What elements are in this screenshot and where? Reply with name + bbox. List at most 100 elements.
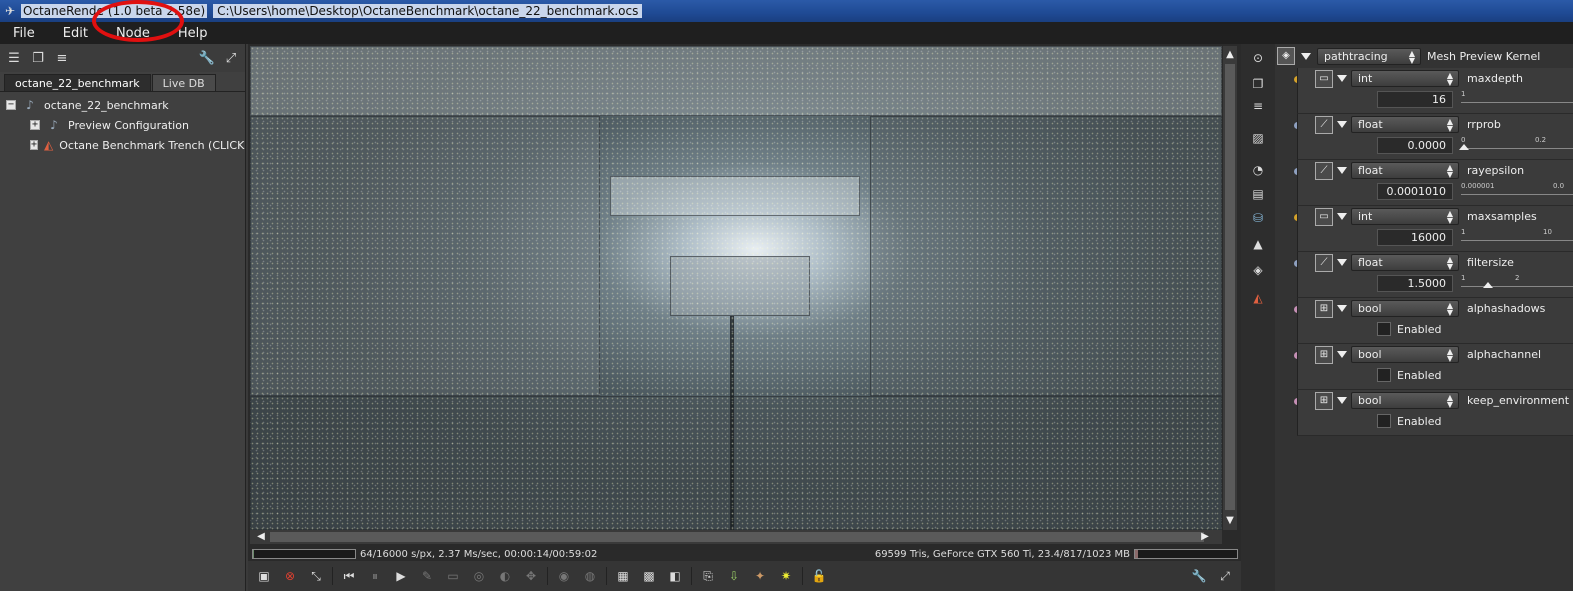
fullscreen-icon[interactable]: ⤢ <box>1215 566 1235 586</box>
collapse-triangle-icon[interactable] <box>1301 52 1311 60</box>
param-value-input[interactable]: 16000 <box>1377 229 1453 246</box>
param-type-dropdown[interactable]: bool ▲ ▼ <box>1351 346 1459 363</box>
fit-view-icon[interactable]: ⤡ <box>306 566 326 586</box>
param-name: rayepsilon <box>1467 164 1525 177</box>
param-slider[interactable]: 0 0.2 <box>1459 136 1573 156</box>
camera-node-icon[interactable]: ◔ <box>1248 160 1268 180</box>
collapse-triangle-icon[interactable] <box>1337 213 1347 220</box>
render-image[interactable] <box>250 46 1222 530</box>
import-icon[interactable]: ⇩ <box>724 566 744 586</box>
pause-icon[interactable]: ⏸ <box>365 566 385 586</box>
save-render-icon[interactable]: ▣ <box>254 566 274 586</box>
param-type-dropdown[interactable]: int ▲ ▼ <box>1351 70 1459 87</box>
param-type-dropdown[interactable]: bool ▲ ▼ <box>1351 300 1459 317</box>
collapse-icon[interactable]: − <box>6 100 16 110</box>
kernel-icon[interactable]: ◈ <box>1248 260 1268 280</box>
param-type-dropdown[interactable]: float ▲ ▼ <box>1351 162 1459 179</box>
material-picker-icon[interactable]: ✥ <box>521 566 541 586</box>
wrench-icon[interactable]: 🔧 <box>1189 566 1209 586</box>
param-slider[interactable]: 0.000001 0.0 <box>1459 182 1573 202</box>
param-type-dropdown[interactable]: float ▲ ▼ <box>1351 116 1459 133</box>
scroll-left-icon[interactable]: ◀ <box>254 530 268 544</box>
kernel-type-dropdown[interactable]: pathtracing ▲ ▼ <box>1317 47 1421 65</box>
database-icon[interactable]: ⛁ <box>1248 208 1268 228</box>
imager-icon[interactable]: ▤ <box>1248 184 1268 204</box>
lock-icon[interactable]: 🔓 <box>809 566 829 586</box>
object-picker-icon[interactable]: ✦ <box>750 566 770 586</box>
scroll-down-icon[interactable]: ▼ <box>1223 514 1237 528</box>
expand-icon[interactable]: + <box>30 140 39 150</box>
scroll-up-icon[interactable]: ▲ <box>1223 48 1237 62</box>
list-icon[interactable]: ≡ <box>1248 96 1268 116</box>
focus-picker-icon[interactable]: ✎ <box>417 566 437 586</box>
enabled-checkbox[interactable] <box>1377 322 1391 336</box>
list-icon[interactable]: ≡ <box>52 48 72 68</box>
collapse-triangle-icon[interactable] <box>1337 305 1347 312</box>
autofocus-icon[interactable]: ◎ <box>469 566 489 586</box>
layers-icon[interactable]: ❐ <box>28 48 48 68</box>
tree-item-preview-configuration[interactable]: + ♪ Preview Configuration <box>0 115 245 135</box>
white-balance-icon[interactable]: ◐ <box>495 566 515 586</box>
slider-knob[interactable] <box>1459 144 1469 150</box>
node-tree-icon[interactable]: ☰ <box>4 48 24 68</box>
param-value-input[interactable]: 0.0001010 <box>1377 183 1453 200</box>
collapse-triangle-icon[interactable] <box>1337 397 1347 404</box>
viewport-horizontal-scrollbar[interactable]: ◀ ▶ <box>250 530 1222 544</box>
param-slider[interactable]: 1 2 <box>1459 274 1573 294</box>
environment-icon[interactable]: ▲ <box>1248 234 1268 254</box>
param-value-input[interactable]: 16 <box>1377 91 1453 108</box>
param-value-input[interactable]: 1.5000 <box>1377 275 1453 292</box>
sub-sampling-icon[interactable]: ◍ <box>580 566 600 586</box>
tab-live-db[interactable]: Live DB <box>151 74 216 91</box>
clay-mode-icon[interactable]: ◉ <box>554 566 574 586</box>
param-rrprob: ⟋ float ▲ ▼ rrprob 0.0000 0 0.2 <box>1277 114 1573 160</box>
expand-icon[interactable]: + <box>30 120 40 130</box>
collapse-triangle-icon[interactable] <box>1337 121 1347 128</box>
menu-file[interactable]: File <box>13 26 35 41</box>
kernel-title: Mesh Preview Kernel <box>1427 49 1541 63</box>
enabled-checkbox[interactable] <box>1377 368 1391 382</box>
stop-icon[interactable]: ⊗ <box>280 566 300 586</box>
param-name: alphachannel <box>1467 348 1542 361</box>
menu-help[interactable]: Help <box>178 26 208 41</box>
region-icon[interactable]: ▭ <box>443 566 463 586</box>
checkbox-label: Enabled <box>1397 415 1442 428</box>
param-type-dropdown[interactable]: int ▲ ▼ <box>1351 208 1459 225</box>
collapse-triangle-icon[interactable] <box>1337 167 1347 174</box>
param-name: maxdepth <box>1467 72 1523 85</box>
slider-knob[interactable] <box>1483 282 1493 288</box>
tree-item-root[interactable]: − ♪ octane_22_benchmark <box>0 95 245 115</box>
param-value-input[interactable]: 0.0000 <box>1377 137 1453 154</box>
collapse-triangle-icon[interactable] <box>1337 75 1347 82</box>
scene-panel: ☰ ❐ ≡ 🔧 ⤢ octane_22_benchmark Live DB − … <box>0 44 246 591</box>
enabled-checkbox[interactable] <box>1377 414 1391 428</box>
collapse-triangle-icon[interactable] <box>1337 259 1347 266</box>
viewport-vertical-scrollbar[interactable]: ▲ ▼ <box>1223 46 1237 530</box>
checker-icon[interactable]: ▩ <box>639 566 659 586</box>
render-status-bar: 64/16000 s/px, 2.37 Ms/sec, 00:00:14/00:… <box>248 547 1241 561</box>
tree-item-benchmark-trench[interactable]: + ◭ Octane Benchmark Trench (CLICK MI <box>0 135 245 155</box>
scene-tabs: octane_22_benchmark Live DB <box>0 72 245 92</box>
tab-octane-benchmark[interactable]: octane_22_benchmark <box>4 74 151 91</box>
image-icon[interactable]: ▨ <box>1248 128 1268 148</box>
copy-icon[interactable]: ⎘ <box>698 566 718 586</box>
layers-icon[interactable]: ❐ <box>1248 74 1268 94</box>
menu-node[interactable]: Node <box>116 26 150 41</box>
camera-icon[interactable]: ⊙ <box>1248 48 1268 68</box>
fullscreen-icon[interactable]: ⤢ <box>221 48 241 68</box>
param-slider[interactable]: 1 10 <box>1459 228 1573 248</box>
split-icon[interactable]: ◧ <box>665 566 685 586</box>
collapse-triangle-icon[interactable] <box>1337 351 1347 358</box>
param-slider[interactable]: 1 <box>1459 90 1573 110</box>
restart-icon[interactable]: ⏮ <box>339 566 359 586</box>
param-type-dropdown[interactable]: float ▲ ▼ <box>1351 254 1459 271</box>
material-icon[interactable]: ◭ <box>1248 288 1268 308</box>
grid-icon[interactable]: ▦ <box>613 566 633 586</box>
star-icon[interactable]: ✷ <box>776 566 796 586</box>
title-bar: ✈ OctaneRende (1.0 beta 2.58e) C:\Users\… <box>0 0 1573 22</box>
menu-edit[interactable]: Edit <box>63 26 88 41</box>
param-type-dropdown[interactable]: bool ▲ ▼ <box>1351 392 1459 409</box>
scroll-right-icon[interactable]: ▶ <box>1198 530 1212 544</box>
wrench-icon[interactable]: 🔧 <box>197 48 217 68</box>
play-icon[interactable]: ▶ <box>391 566 411 586</box>
